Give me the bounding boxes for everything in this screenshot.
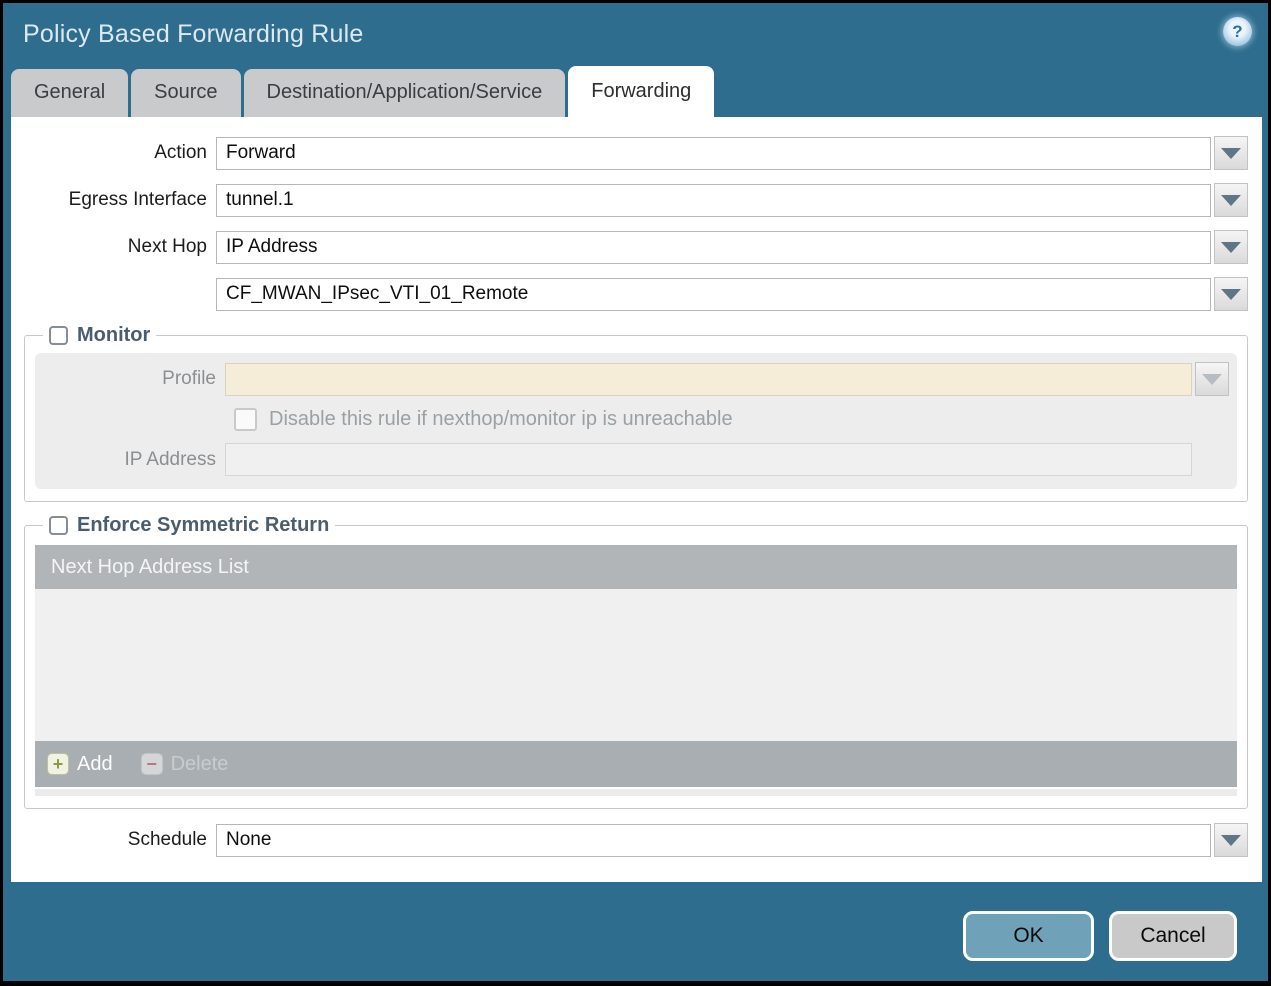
dialog-footer: OK Cancel (963, 911, 1237, 961)
monitor-checkbox[interactable] (49, 326, 68, 345)
schedule-row: Schedule (11, 823, 1248, 857)
profile-dropdown-button (1195, 362, 1229, 396)
cancel-button[interactable]: Cancel (1109, 911, 1237, 961)
next-hop-label: Next Hop (127, 236, 207, 257)
enforce-symmetric-return-checkbox[interactable] (49, 516, 68, 535)
schedule-dropdown-button[interactable] (1214, 823, 1248, 857)
next-hop-address-table: Next Hop Address List + Add − Delete (35, 545, 1237, 796)
help-icon: ? (1232, 22, 1243, 41)
table-footer-bar: + Add − Delete (35, 741, 1237, 787)
action-label: Action (154, 142, 207, 163)
chevron-down-icon (1202, 373, 1222, 385)
schedule-label: Schedule (127, 829, 207, 850)
profile-input (225, 362, 1192, 396)
profile-label: Profile (162, 368, 216, 389)
ok-button[interactable]: OK (963, 911, 1094, 961)
help-button[interactable]: ? (1223, 17, 1252, 46)
action-input[interactable] (216, 136, 1211, 170)
next-hop-row: Next Hop (11, 230, 1248, 264)
add-button-label: Add (77, 752, 113, 775)
table-body-empty[interactable] (35, 589, 1237, 741)
monitor-ip-label: IP Address (124, 448, 216, 470)
schedule-input[interactable] (216, 823, 1211, 857)
tab-source[interactable]: Source (131, 69, 241, 117)
chevron-down-icon (1221, 288, 1241, 300)
action-row: Action (11, 136, 1248, 170)
egress-interface-row: Egress Interface (11, 183, 1248, 217)
action-dropdown-button[interactable] (1214, 136, 1248, 170)
enforce-symmetric-return-label: Enforce Symmetric Return (77, 514, 330, 536)
monitor-legend: Monitor (43, 324, 156, 347)
next-hop-address-row (11, 277, 1248, 311)
table-bottom-strip (35, 789, 1237, 796)
disable-rule-row: Disable this rule if nexthop/monitor ip … (234, 408, 1229, 431)
monitor-group-label: Monitor (77, 324, 151, 346)
chevron-down-icon (1221, 834, 1241, 846)
monitor-ip-input (225, 443, 1192, 476)
minus-icon: − (140, 753, 163, 775)
disable-rule-label: Disable this rule if nexthop/monitor ip … (269, 408, 733, 430)
enforce-legend: Enforce Symmetric Return (43, 514, 335, 537)
table-header-row: Next Hop Address List (35, 545, 1237, 589)
plus-icon: + (47, 753, 69, 775)
tab-forwarding[interactable]: Forwarding (568, 66, 715, 117)
next-hop-address-input[interactable] (216, 277, 1211, 311)
next-hop-type-dropdown-button[interactable] (1214, 230, 1248, 264)
pbf-rule-dialog: Policy Based Forwarding Rule ? General S… (0, 0, 1271, 986)
add-button[interactable]: + Add (47, 753, 113, 776)
profile-row: Profile (35, 362, 1229, 396)
forwarding-tab-panel: Action Egress Interface Next Hop (11, 117, 1262, 882)
monitor-panel: Profile Disable this rule if nexthop/mon… (35, 353, 1237, 489)
chevron-down-icon (1221, 147, 1241, 159)
monitor-ip-row: IP Address (35, 443, 1229, 476)
egress-interface-input[interactable] (216, 183, 1211, 217)
egress-interface-label: Egress Interface (68, 189, 207, 210)
egress-interface-dropdown-button[interactable] (1214, 183, 1248, 217)
monitor-group: Monitor Profile Disable this rule if nex… (24, 324, 1248, 502)
delete-button-label: Delete (170, 752, 229, 775)
next-hop-type-input[interactable] (216, 230, 1211, 264)
tab-destination-application-service[interactable]: Destination/Application/Service (243, 69, 566, 117)
next-hop-address-dropdown-button[interactable] (1214, 277, 1248, 311)
chevron-down-icon (1221, 241, 1241, 253)
tab-general[interactable]: General (11, 69, 129, 117)
dialog-title: Policy Based Forwarding Rule (23, 19, 364, 48)
dialog-titlebar: Policy Based Forwarding Rule ? (3, 3, 1268, 65)
disable-rule-checkbox (234, 408, 257, 431)
delete-button: − Delete (140, 752, 229, 776)
chevron-down-icon (1221, 194, 1241, 206)
enforce-symmetric-return-group: Enforce Symmetric Return Next Hop Addres… (24, 514, 1248, 809)
next-hop-address-list-header: Next Hop Address List (51, 555, 249, 578)
tab-bar: General Source Destination/Application/S… (3, 65, 1268, 117)
